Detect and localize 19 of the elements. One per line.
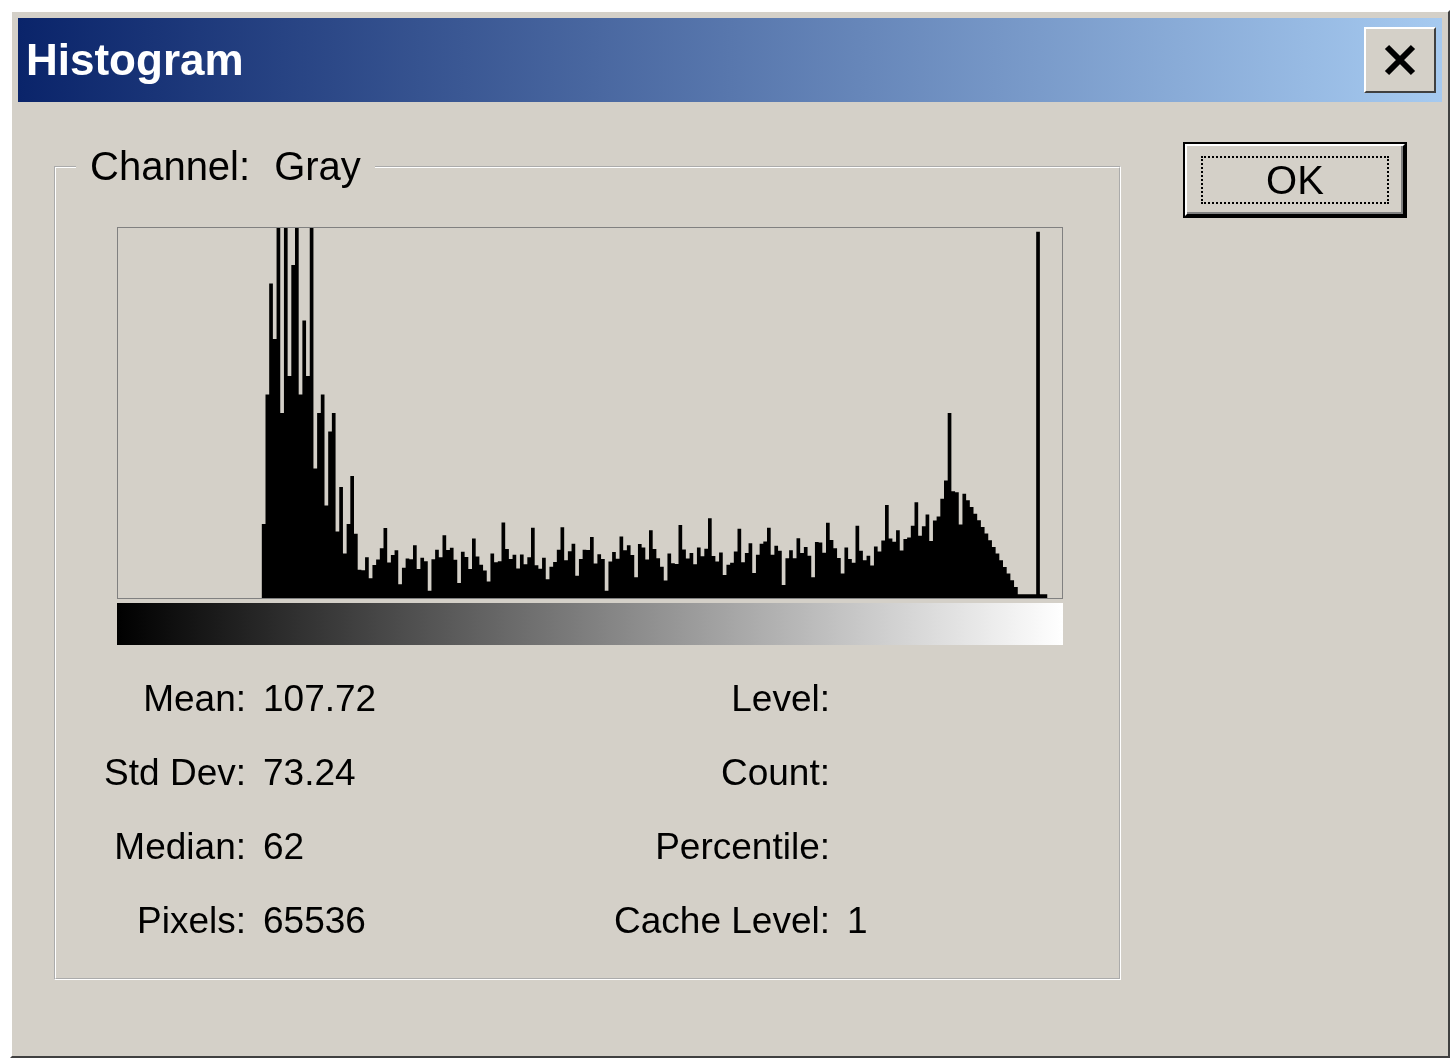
stat-label: Std Dev: bbox=[103, 751, 246, 795]
stat-value: 62 bbox=[263, 825, 306, 869]
channel-value: Gray bbox=[274, 144, 361, 189]
close-icon bbox=[1383, 44, 1417, 76]
channel-label: Channel: bbox=[90, 144, 251, 189]
window-title: Histogram bbox=[26, 35, 244, 85]
stat-value: 1 bbox=[847, 899, 869, 943]
stat-value: 107.72 bbox=[263, 677, 378, 721]
ok-button[interactable]: OK bbox=[1185, 144, 1405, 216]
close-button[interactable] bbox=[1364, 27, 1436, 93]
stat-label: Cache Level: bbox=[613, 899, 830, 943]
stat-label: Level: bbox=[730, 677, 830, 721]
stat-value: 65536 bbox=[263, 899, 367, 943]
stat-value: 73.24 bbox=[263, 751, 357, 795]
stat-label: Pixels: bbox=[136, 899, 246, 943]
stat-label: Count: bbox=[720, 751, 830, 795]
stat-label: Percentile: bbox=[654, 825, 830, 869]
stat-label: Mean: bbox=[142, 677, 246, 721]
stat-label: Median: bbox=[113, 825, 246, 869]
